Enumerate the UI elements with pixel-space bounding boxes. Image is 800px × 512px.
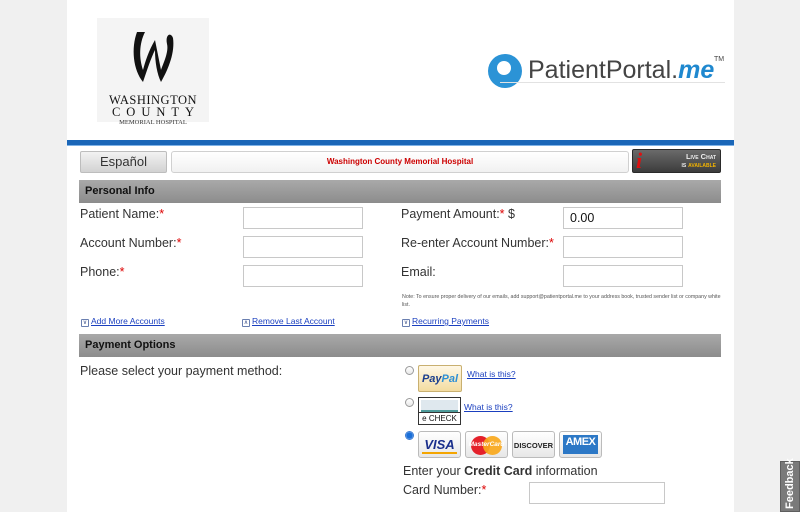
portal-logo-underline — [500, 82, 725, 83]
hospital-logo-line2: COUNTY — [111, 105, 201, 119]
echeck-label: e CHECK — [419, 412, 460, 424]
trademark-mark: TM — [714, 56, 725, 63]
live-chat-button[interactable]: i Live Chat is available — [632, 149, 721, 173]
section-header-payment-options: Payment Options — [79, 334, 721, 357]
payment-amount-input[interactable] — [563, 207, 683, 229]
echeck-radio[interactable] — [405, 398, 414, 407]
paypal-logo[interactable]: PayPal — [418, 365, 462, 392]
select-payment-method-label: Please select your payment method: — [80, 364, 283, 378]
header-divider — [67, 140, 734, 146]
hospital-name-banner: Washington County Memorial Hospital — [171, 151, 629, 173]
account-number-input[interactable] — [243, 236, 363, 258]
live-chat-label: Live Chat — [685, 152, 716, 161]
patient-name-input[interactable] — [243, 207, 363, 229]
account-number-label: Account Number:* — [80, 236, 182, 250]
payment-amount-label: Payment Amount:* $ — [401, 207, 515, 221]
enter-credit-card-info-label: Enter your Credit Card information — [403, 464, 598, 478]
section-header-personal-info: Personal Info — [79, 180, 721, 203]
echeck-logo[interactable]: e CHECK — [418, 397, 461, 425]
expand-down-icon: ∨ — [81, 319, 89, 327]
phone-label: Phone:* — [80, 265, 125, 279]
feedback-tab[interactable]: Feedback — [780, 458, 800, 512]
email-label: Email: — [401, 265, 436, 279]
visa-card-icon: VISA — [418, 431, 461, 458]
portal-logo-text: PatientPortal.me — [528, 56, 715, 84]
check-graphic-icon — [421, 400, 458, 412]
amex-card-icon: AMEX — [559, 431, 602, 458]
echeck-what-is-this-link[interactable]: What is this? — [464, 402, 513, 412]
email-delivery-note: Note: To ensure proper delivery of our e… — [402, 294, 721, 308]
email-input[interactable] — [563, 265, 683, 287]
card-number-label: Card Number:* — [403, 483, 487, 497]
paypal-what-is-this-link[interactable]: What is this? — [467, 369, 516, 379]
expand-down-icon: ∨ — [402, 319, 410, 327]
phone-input[interactable] — [243, 265, 363, 287]
info-icon: i — [636, 148, 643, 173]
collapse-up-icon: ∧ — [242, 319, 250, 327]
hospital-logo-line3: MEMORIAL HOSPITAL — [119, 119, 187, 126]
reenter-account-input[interactable] — [563, 236, 683, 258]
hospital-logo: WASHINGTON COUNTY MEMORIAL HOSPITAL — [97, 18, 209, 126]
credit-card-radio[interactable] — [405, 431, 414, 440]
live-chat-status: is available — [681, 162, 716, 169]
recurring-payments-link[interactable]: ∨ Recurring Payments — [402, 316, 489, 327]
patient-name-label: Patient Name:* — [80, 207, 165, 221]
hospital-w-logo-icon — [133, 32, 174, 82]
add-more-accounts-link[interactable]: ∨ Add More Accounts — [81, 316, 165, 327]
reenter-account-label: Re-enter Account Number:* — [401, 236, 554, 250]
language-toggle-button[interactable]: Español — [80, 151, 167, 173]
mastercard-card-icon: MasterCard — [465, 431, 508, 458]
card-number-input[interactable] — [529, 482, 665, 504]
paypal-radio[interactable] — [405, 366, 414, 375]
discover-card-icon: DISCOVER — [512, 431, 555, 458]
remove-last-account-link[interactable]: ∧ Remove Last Account — [242, 316, 335, 327]
